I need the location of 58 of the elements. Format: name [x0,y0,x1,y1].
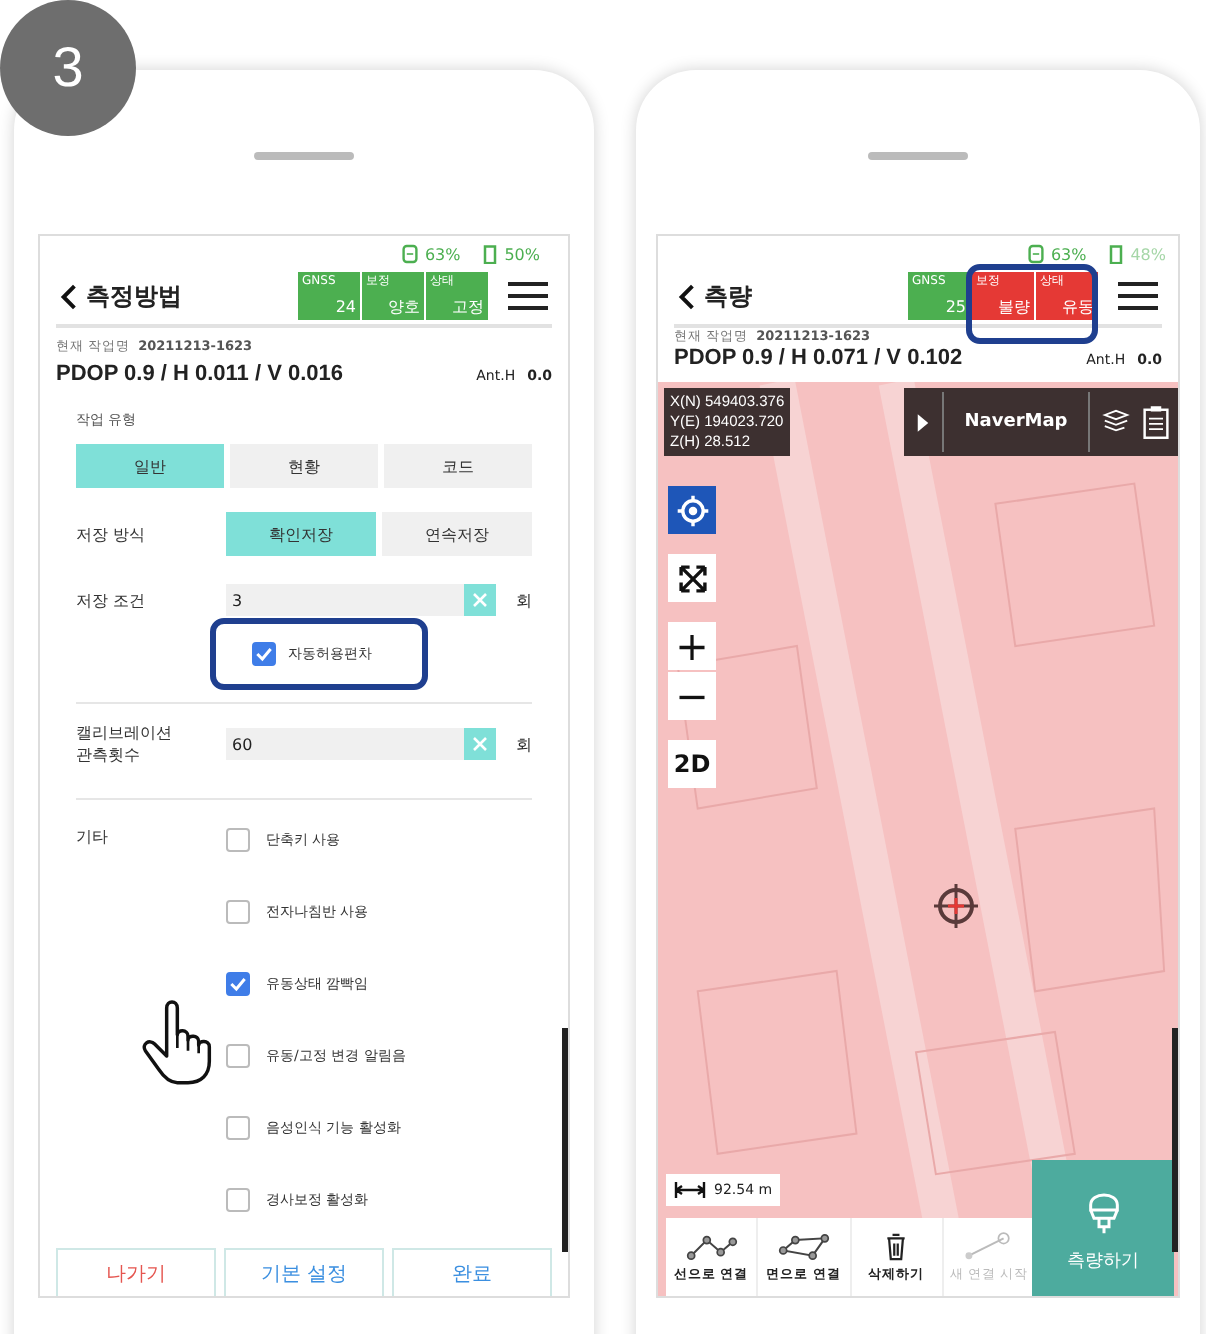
work-type-option[interactable]: 코드 [384,444,532,488]
gps-percentage: 63% [1050,245,1087,263]
polyline-icon [685,1231,738,1261]
view-mode-button[interactable]: 2D [668,740,716,788]
zoom-out-button[interactable]: − [668,672,716,720]
checkbox[interactable] [252,642,276,666]
work-type-option[interactable]: 일반 [76,444,224,488]
screen-title: 측량 [704,279,754,313]
map-layer-name[interactable]: NaverMap [942,392,1090,452]
checkbox[interactable] [226,1188,250,1212]
zoom-in-button[interactable]: + [668,622,716,670]
polygon-icon [777,1231,830,1261]
checkmark-icon [228,974,248,994]
crosshair-icon [932,882,980,930]
save-mode-option[interactable]: 연속저장 [382,512,532,556]
footer-button[interactable]: 기본 설정 [224,1248,384,1296]
screen-title: 측정방법 [86,279,184,313]
gps-icon [402,244,419,264]
target-icon [675,493,709,527]
checkbox[interactable] [226,972,250,996]
fullscreen-button[interactable] [668,554,716,602]
gps-icon [1028,244,1045,264]
battery-icon [482,244,499,264]
scale-icon [674,1182,706,1198]
input-field[interactable]: 3 [226,584,496,616]
precision-reading: PDOP 0.9 / H 0.011 / V 0.016 [56,362,345,386]
footer-button[interactable]: 나가기 [56,1248,216,1296]
checkbox[interactable] [226,900,250,924]
scrollbar[interactable] [562,1028,568,1252]
unit-label: 회 [514,733,532,755]
menu-icon[interactable] [1118,280,1158,312]
field-label: 저장 방식 [76,523,148,545]
step-number-badge: 3 [0,0,136,136]
save-mode-option[interactable]: 확인저장 [226,512,376,556]
checkbox[interactable] [226,1044,250,1068]
back-icon[interactable] [678,281,696,311]
field-label: 기타 [76,826,110,848]
clipboard-icon[interactable] [1142,404,1170,440]
battery-percentage: 48% [1130,245,1166,263]
battery-percentage: 50% [504,245,540,263]
scrollbar[interactable] [1172,1028,1178,1252]
work-type-option[interactable]: 현황 [230,444,378,488]
locate-button[interactable] [668,486,716,534]
gps-percentage: 63% [424,245,461,263]
unit-label: 회 [514,589,532,611]
input-field[interactable]: 60 [226,728,496,760]
precision-reading: PDOP 0.9 / H 0.071 / V 0.102 [674,346,965,370]
battery-icon [1108,244,1125,264]
menu-icon[interactable] [508,280,548,312]
checkbox[interactable] [226,1116,250,1140]
back-icon[interactable] [60,281,78,311]
checkmark-icon [254,644,274,664]
line-segment-icon [962,1231,1015,1261]
play-icon[interactable] [916,411,930,433]
expand-arrows-icon [675,561,709,595]
checkbox[interactable] [226,828,250,852]
field-label: 캘리브레이션 관측횟수 [76,722,174,766]
field-label: 저장 조건 [76,589,148,611]
